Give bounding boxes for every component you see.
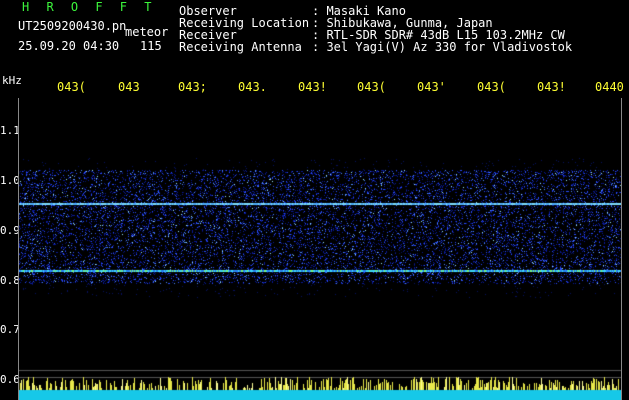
filename: UT2509200430.pn	[18, 19, 127, 33]
brand-title: H R O F F T	[22, 0, 157, 14]
timestamp: 25.09.20 04:30	[18, 39, 120, 53]
meta-value-antenna: : 3el Yagi(V) Az 330 for Vladivostok	[312, 40, 573, 54]
x-tick-label: 043;	[178, 80, 207, 94]
x-tick-label: 043.	[238, 80, 267, 94]
y-tick-label: 0.9	[0, 224, 20, 237]
x-tick-label: 043	[118, 80, 140, 94]
x-tick-label: 043!	[298, 80, 327, 94]
x-tick-label: 043(	[57, 80, 86, 94]
x-tick-label: 043!	[537, 80, 566, 94]
filename-suffix: meteor	[125, 25, 169, 39]
y-tick-label: 1.1	[0, 124, 20, 137]
meteor-count: 115	[140, 39, 162, 53]
y-tick-label: 0.6	[0, 373, 20, 386]
spectrogram-canvas	[18, 98, 622, 400]
meta-label-antenna: Receiving Antenna	[179, 40, 302, 54]
x-tick-label: 043(	[357, 80, 386, 94]
y-axis-unit: kHz	[2, 74, 22, 87]
x-tick-label: 0440	[595, 80, 624, 94]
x-tick-label: 043(	[477, 80, 506, 94]
y-tick-label: 0.7	[0, 323, 20, 336]
y-tick-label: 1.0	[0, 174, 20, 187]
x-tick-label: 043'	[417, 80, 446, 94]
y-tick-label: 0.8	[0, 274, 20, 287]
